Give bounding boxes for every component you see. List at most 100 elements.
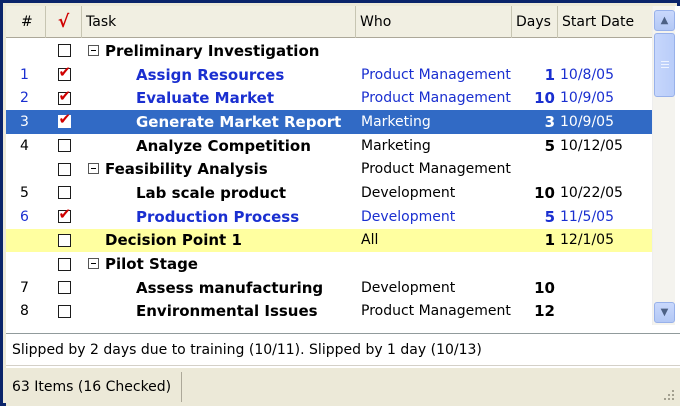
task-row[interactable]: Feasibility Analysis Product Management	[6, 157, 652, 181]
scroll-down-button[interactable]: ▼	[654, 302, 675, 323]
row-number: 3	[20, 113, 29, 130]
task-list-control: # √ Task Who Days Start Date Preliminary…	[6, 6, 680, 406]
duration-days: 5	[544, 207, 555, 226]
task-name-cell[interactable]: Evaluate Market	[82, 89, 356, 107]
duration-days: 1	[544, 65, 555, 84]
task-checkbox[interactable]	[57, 63, 71, 82]
task-checkbox[interactable]	[57, 139, 71, 153]
task-row[interactable]: 4 Analyze Competition Marketing 5 10/12/05	[6, 134, 652, 158]
collapse-minus-icon[interactable]	[88, 44, 99, 56]
task-name-cell[interactable]: Assign Resources	[82, 66, 356, 84]
task-name-cell[interactable]: Environmental Issues	[82, 302, 356, 320]
row-checkbox-cell	[46, 281, 82, 295]
duration-days: 1	[544, 231, 555, 250]
assignee: Development	[361, 208, 456, 225]
row-number: 5	[20, 184, 29, 201]
task-rows: Preliminary Investigation 1 Assign Resourc…	[6, 39, 652, 325]
task-name: Decision Point 1	[105, 231, 242, 250]
task-checkbox[interactable]	[57, 110, 71, 129]
task-name: Feasibility Analysis	[105, 160, 268, 179]
task-name-cell[interactable]: Lab scale product	[82, 184, 356, 202]
assignee: Product Management	[361, 66, 511, 83]
task-name: Production Process	[136, 207, 300, 226]
scroll-thumb[interactable]	[654, 33, 675, 97]
row-number: 7	[20, 279, 29, 296]
column-header-start-date[interactable]: Start Date	[558, 6, 652, 38]
task-name-cell[interactable]: Decision Point 1	[82, 231, 356, 249]
collapse-minus-icon[interactable]	[88, 258, 99, 270]
task-row[interactable]: 1 Assign Resources Product Management 1 10/8…	[6, 63, 652, 87]
chevron-down-icon: ▼	[660, 307, 669, 318]
task-checkbox[interactable]	[57, 44, 71, 58]
task-checkbox[interactable]	[57, 304, 71, 318]
assignee: Development	[361, 279, 456, 296]
start-date: 10/8/05	[560, 66, 614, 83]
resize-grip-icon[interactable]	[662, 388, 676, 402]
row-checkbox-cell	[46, 257, 82, 271]
row-checkbox-cell	[46, 139, 82, 153]
task-row[interactable]: Decision Point 1 All 1 12/1/05	[6, 228, 652, 253]
scroll-up-button[interactable]: ▲	[654, 10, 675, 31]
task-name: Assess manufacturing	[136, 278, 324, 297]
duration-days: 5	[544, 136, 555, 155]
task-name-cell[interactable]: Preliminary Investigation	[82, 42, 356, 60]
column-header-checked[interactable]: √	[46, 6, 82, 38]
task-name: Assign Resources	[136, 65, 285, 84]
column-header-days[interactable]: Days	[512, 6, 558, 38]
task-checkbox[interactable]	[57, 257, 71, 271]
assignee: Marketing	[361, 137, 431, 154]
task-row[interactable]: 5 Lab scale product Development 10 10/22/05	[6, 181, 652, 205]
window-frame: # √ Task Who Days Start Date Preliminary…	[0, 0, 680, 406]
start-date: 10/9/05	[560, 113, 614, 130]
start-date: 10/12/05	[560, 137, 623, 154]
row-checkbox-cell	[46, 110, 82, 129]
task-row[interactable]: Pilot Stage	[6, 252, 652, 276]
task-row[interactable]: 6 Production Process Development 5 11/5/05	[6, 205, 652, 229]
task-name-cell[interactable]: Assess manufacturing	[82, 279, 356, 297]
assignee: Marketing	[361, 113, 431, 130]
task-note[interactable]: Slipped by 2 days due to training (10/11…	[6, 333, 680, 366]
task-checkbox[interactable]	[57, 281, 71, 295]
task-name: Lab scale product	[136, 183, 287, 202]
task-name-cell[interactable]: Production Process	[82, 208, 356, 226]
column-header-who[interactable]: Who	[356, 6, 512, 38]
row-checkbox-cell	[46, 304, 82, 318]
task-checkbox[interactable]	[57, 205, 71, 224]
task-checkbox[interactable]	[57, 162, 71, 176]
task-name: Pilot Stage	[105, 255, 198, 274]
chevron-up-icon: ▲	[660, 15, 669, 26]
row-checkbox-cell	[46, 87, 82, 105]
assignee: Product Management	[361, 161, 511, 178]
row-number: 6	[20, 208, 29, 225]
task-name-cell[interactable]: Pilot Stage	[82, 255, 356, 273]
task-name-cell[interactable]: Analyze Competition	[82, 137, 356, 155]
column-header: # √ Task Who Days Start Date	[6, 6, 652, 38]
task-row[interactable]: 8 Environmental Issues Product Management 1…	[6, 300, 652, 324]
column-header-number[interactable]: #	[6, 6, 46, 38]
start-date: 10/9/05	[560, 90, 614, 107]
task-checkbox[interactable]	[57, 186, 71, 200]
vertical-scrollbar[interactable]: ▲ ▼	[652, 6, 675, 325]
task-name-cell[interactable]: Generate Market Report	[82, 113, 356, 131]
task-row[interactable]: Preliminary Investigation	[6, 39, 652, 63]
status-item-count: 63 Items (16 Checked)	[8, 372, 182, 402]
assignee: All	[361, 232, 379, 249]
column-header-task[interactable]: Task	[82, 6, 356, 38]
status-bar: 63 Items (16 Checked)	[6, 368, 680, 406]
row-number: 4	[20, 137, 29, 154]
task-row[interactable]: 2 Evaluate Market Product Management 10 10/9…	[6, 86, 652, 110]
task-name: Evaluate Market	[136, 89, 275, 108]
task-checkbox[interactable]	[57, 87, 71, 105]
task-checkbox[interactable]	[57, 233, 71, 247]
collapse-minus-icon[interactable]	[88, 163, 99, 175]
duration-days: 3	[544, 112, 555, 131]
task-name: Preliminary Investigation	[105, 41, 320, 60]
assignee: Product Management	[361, 90, 511, 107]
task-name-cell[interactable]: Feasibility Analysis	[82, 160, 356, 178]
task-row[interactable]: 7 Assess manufacturing Development 10	[6, 276, 652, 300]
task-name: Generate Market Report	[136, 112, 342, 131]
assignee: Development	[361, 184, 456, 201]
duration-days: 10	[534, 183, 555, 202]
row-checkbox-cell	[46, 186, 82, 200]
task-row[interactable]: 3 Generate Market Report Marketing 3 10/9/05	[6, 110, 652, 134]
